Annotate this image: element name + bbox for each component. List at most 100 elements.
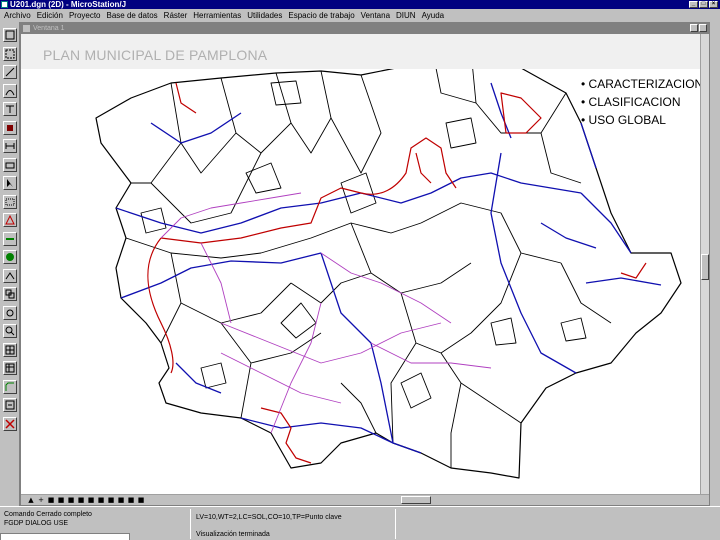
status-separator (395, 509, 396, 539)
menu-utilidades[interactable]: Utilidades (247, 9, 282, 22)
snap-tool-button[interactable] (3, 268, 17, 283)
menu-diun[interactable]: DIUN (396, 9, 416, 22)
menu-ventana[interactable]: Ventana (361, 9, 390, 22)
view-control-7-icon[interactable]: ■ (97, 496, 105, 504)
measure-tool-button[interactable] (3, 231, 17, 246)
status-settings: LV=10,WT=2,LC=SOL,CO=10,TP=Punto clave (196, 514, 342, 521)
status-prompt-line1: Comando Cerrado completo (4, 511, 92, 518)
bullet-caracterizacion: • CARACTERIZACION (581, 77, 704, 91)
menu-edicion[interactable]: Edición (37, 9, 63, 22)
delete-tool-button[interactable] (3, 416, 17, 431)
close-button[interactable]: × (709, 1, 718, 8)
trim-icon (5, 400, 15, 410)
dimension-icon (5, 143, 15, 149)
view-window-controls (690, 24, 707, 32)
delete-icon (5, 418, 15, 429)
bullet-clasificacion: • CLASIFICACION (581, 95, 681, 109)
cell-tool-button[interactable] (3, 120, 17, 135)
view-window-icon[interactable] (23, 25, 30, 32)
rotate-icon (6, 309, 14, 316)
modify-icon (5, 162, 15, 168)
array-icon (5, 363, 15, 373)
app-title: U201.dgn (2D) - MicroStation/J (10, 0, 127, 9)
modify-tool-button[interactable] (3, 157, 17, 172)
array-tool-button[interactable] (3, 361, 17, 375)
line-icon (5, 67, 15, 77)
pointer-tool-button[interactable] (3, 176, 17, 190)
view-title: Ventana 1 (33, 25, 65, 32)
status-separator (190, 509, 191, 539)
view-control-3-icon[interactable]: ■ (57, 496, 65, 504)
measure-icon (6, 237, 14, 240)
tool-palette (0, 22, 20, 506)
select-element-tool-button[interactable] (3, 28, 17, 42)
view-control-5-icon[interactable]: ■ (77, 496, 85, 504)
menu-proyecto[interactable]: Proyecto (69, 9, 101, 22)
minimize-button[interactable]: _ (689, 1, 698, 8)
text-icon (6, 105, 14, 113)
view-control-6-icon[interactable]: ■ (87, 496, 95, 504)
view-control-1-icon[interactable]: + (37, 496, 45, 504)
chamfer-tool-button[interactable] (3, 379, 17, 394)
cell-icon (7, 124, 13, 131)
copy-tool-button[interactable] (3, 287, 17, 301)
dimension-tool-button[interactable] (3, 139, 17, 153)
view-window[interactable]: Ventana 1 PLAN MUNICIPAL DE PAMPLONA • C… (20, 22, 710, 506)
view-control-8-icon[interactable]: ■ (107, 496, 115, 504)
view-control-2-icon[interactable]: ■ (47, 496, 55, 504)
menu-base-de-datos[interactable]: Base de datos (107, 9, 158, 22)
select-element-icon (5, 30, 15, 40)
menu-raster[interactable]: Ráster (164, 9, 188, 22)
view-control-11-icon[interactable]: ■ (137, 496, 145, 504)
view-control-0-icon[interactable]: ▲ (27, 496, 35, 504)
fence-tool-button[interactable] (3, 46, 17, 61)
menu-archivo[interactable]: Archivo (4, 9, 31, 22)
view-control-9-icon[interactable]: ■ (117, 496, 125, 504)
right-edge-strip (710, 22, 720, 506)
app-titlebar: U201.dgn (2D) - MicroStation/J _ □ × (0, 0, 720, 9)
view-titlebar: Ventana 1 (21, 23, 709, 34)
globe-icon (6, 253, 14, 261)
line-tool-button[interactable] (3, 65, 17, 79)
triangle-tool-button[interactable] (3, 213, 17, 227)
zoom-icon (5, 326, 15, 336)
snap-icon (5, 271, 15, 279)
status-message: Visualización terminada (196, 531, 270, 538)
view-control-4-icon[interactable]: ■ (67, 496, 75, 504)
menu-bar: Archivo Edición Proyecto Base de datos R… (0, 9, 720, 22)
zoom-tool-button[interactable] (3, 324, 17, 338)
vertical-scrollbar[interactable] (700, 34, 709, 496)
globe-tool-button[interactable] (3, 250, 17, 264)
rectangle-tool-button[interactable] (3, 194, 17, 209)
title-banner: PLAN MUNICIPAL DE PAMPLONA (21, 34, 709, 69)
view-control-bar: ▲ + ■ ■ ■ ■ ■ ■ ■ ■ ■ ■ (21, 494, 709, 505)
pointer-icon (7, 179, 13, 187)
text-tool-button[interactable] (3, 102, 17, 116)
trim-tool-button[interactable] (3, 398, 17, 412)
key-in-field[interactable] (0, 533, 130, 540)
triangle-icon (5, 215, 15, 225)
rotate-tool-button[interactable] (3, 305, 17, 320)
view-maximize-button[interactable] (699, 24, 707, 32)
vertical-scroll-thumb[interactable] (701, 254, 709, 280)
copy-icon (5, 289, 15, 299)
app-icon[interactable] (1, 1, 8, 8)
status-bar: Comando Cerrado completo FGDP DIALOG USE… (0, 506, 720, 540)
view-minimize-button[interactable] (690, 24, 698, 32)
view-control-10-icon[interactable]: ■ (127, 496, 135, 504)
grid-icon (5, 345, 15, 354)
grid-tool-button[interactable] (3, 342, 17, 357)
horizontal-scroll-thumb[interactable] (401, 496, 431, 504)
maximize-button[interactable]: □ (699, 1, 708, 8)
chamfer-icon (5, 382, 14, 391)
arc-icon (5, 89, 15, 95)
banner-title: PLAN MUNICIPAL DE PAMPLONA (43, 47, 268, 63)
rectangle-icon (5, 198, 15, 205)
menu-ayuda[interactable]: Ayuda (422, 9, 445, 22)
status-prompt-line2: FGDP DIALOG USE (4, 520, 69, 527)
arc-tool-button[interactable] (3, 83, 17, 98)
legend-bullets: • CARACTERIZACION • CLASIFICACION • USO … (581, 75, 703, 129)
menu-espacio-de-trabajo[interactable]: Espacio de trabajo (288, 9, 354, 22)
menu-herramientas[interactable]: Herramientas (193, 9, 241, 22)
window-controls: _ □ × (689, 1, 718, 8)
